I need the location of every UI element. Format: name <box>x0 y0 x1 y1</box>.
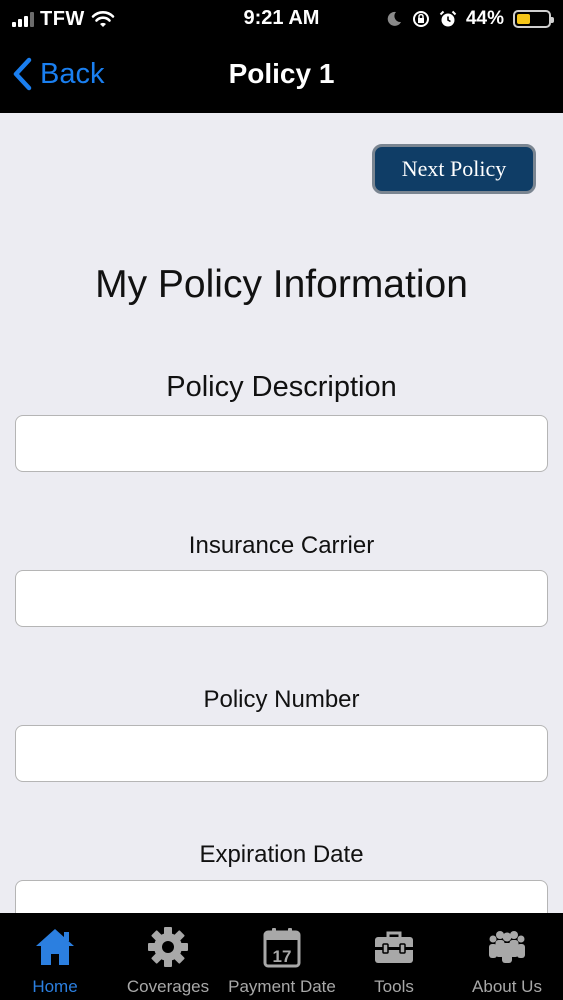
expiration-date-input[interactable] <box>15 880 548 913</box>
policy-description-label: Policy Description <box>166 371 397 403</box>
back-button[interactable]: Back <box>12 52 104 96</box>
calendar-icon: 17 <box>263 928 301 968</box>
orientation-lock-icon <box>412 11 429 27</box>
page-heading: My Policy Information <box>95 263 468 306</box>
tab-coverages[interactable]: Coverages <box>123 913 213 1000</box>
battery-level <box>517 14 531 24</box>
battery-icon <box>513 10 554 28</box>
policy-form: Next Policy My Policy Information Policy… <box>0 113 563 913</box>
tab-home[interactable]: Home <box>12 913 98 1000</box>
alarm-icon <box>439 10 457 27</box>
policy-description-input[interactable] <box>15 415 548 472</box>
policy-number-input[interactable] <box>15 725 548 782</box>
back-label: Back <box>40 57 105 90</box>
tab-payment-date[interactable]: 17 Payment Date <box>228 913 336 1000</box>
moon-icon <box>387 11 401 26</box>
tab-label-payment-date: Payment Date <box>228 977 336 996</box>
calendar-day: 17 <box>273 947 292 966</box>
toolbox-icon <box>375 931 413 963</box>
tab-label-tools: Tools <box>374 977 414 996</box>
chevron-left-icon <box>13 57 32 91</box>
status-bar: TFW 9:21 AM 44% <box>0 0 563 38</box>
people-icon <box>489 931 525 963</box>
tab-label-about-us: About Us <box>472 977 542 996</box>
expiration-date-label: Expiration Date <box>199 841 364 868</box>
navigation-bar: Back Policy 1 <box>0 38 563 113</box>
policy-number-label: Policy Number <box>203 686 360 713</box>
next-policy-button[interactable]: Next Policy <box>372 144 536 194</box>
status-right: 44% <box>385 6 554 32</box>
tab-label-home: Home <box>32 977 78 996</box>
tab-label-coverages: Coverages <box>126 977 210 996</box>
battery-percent: 44% <box>465 8 504 29</box>
tab-bar: Home Coverages 17 Payment Date Tools Abo… <box>0 913 563 1000</box>
gear-icon <box>148 927 188 967</box>
insurance-carrier-label: Insurance Carrier <box>188 532 375 559</box>
tab-tools[interactable]: Tools <box>360 913 428 1000</box>
tab-about-us[interactable]: About Us <box>462 913 552 1000</box>
insurance-carrier-input[interactable] <box>15 570 548 627</box>
home-icon <box>36 929 74 965</box>
